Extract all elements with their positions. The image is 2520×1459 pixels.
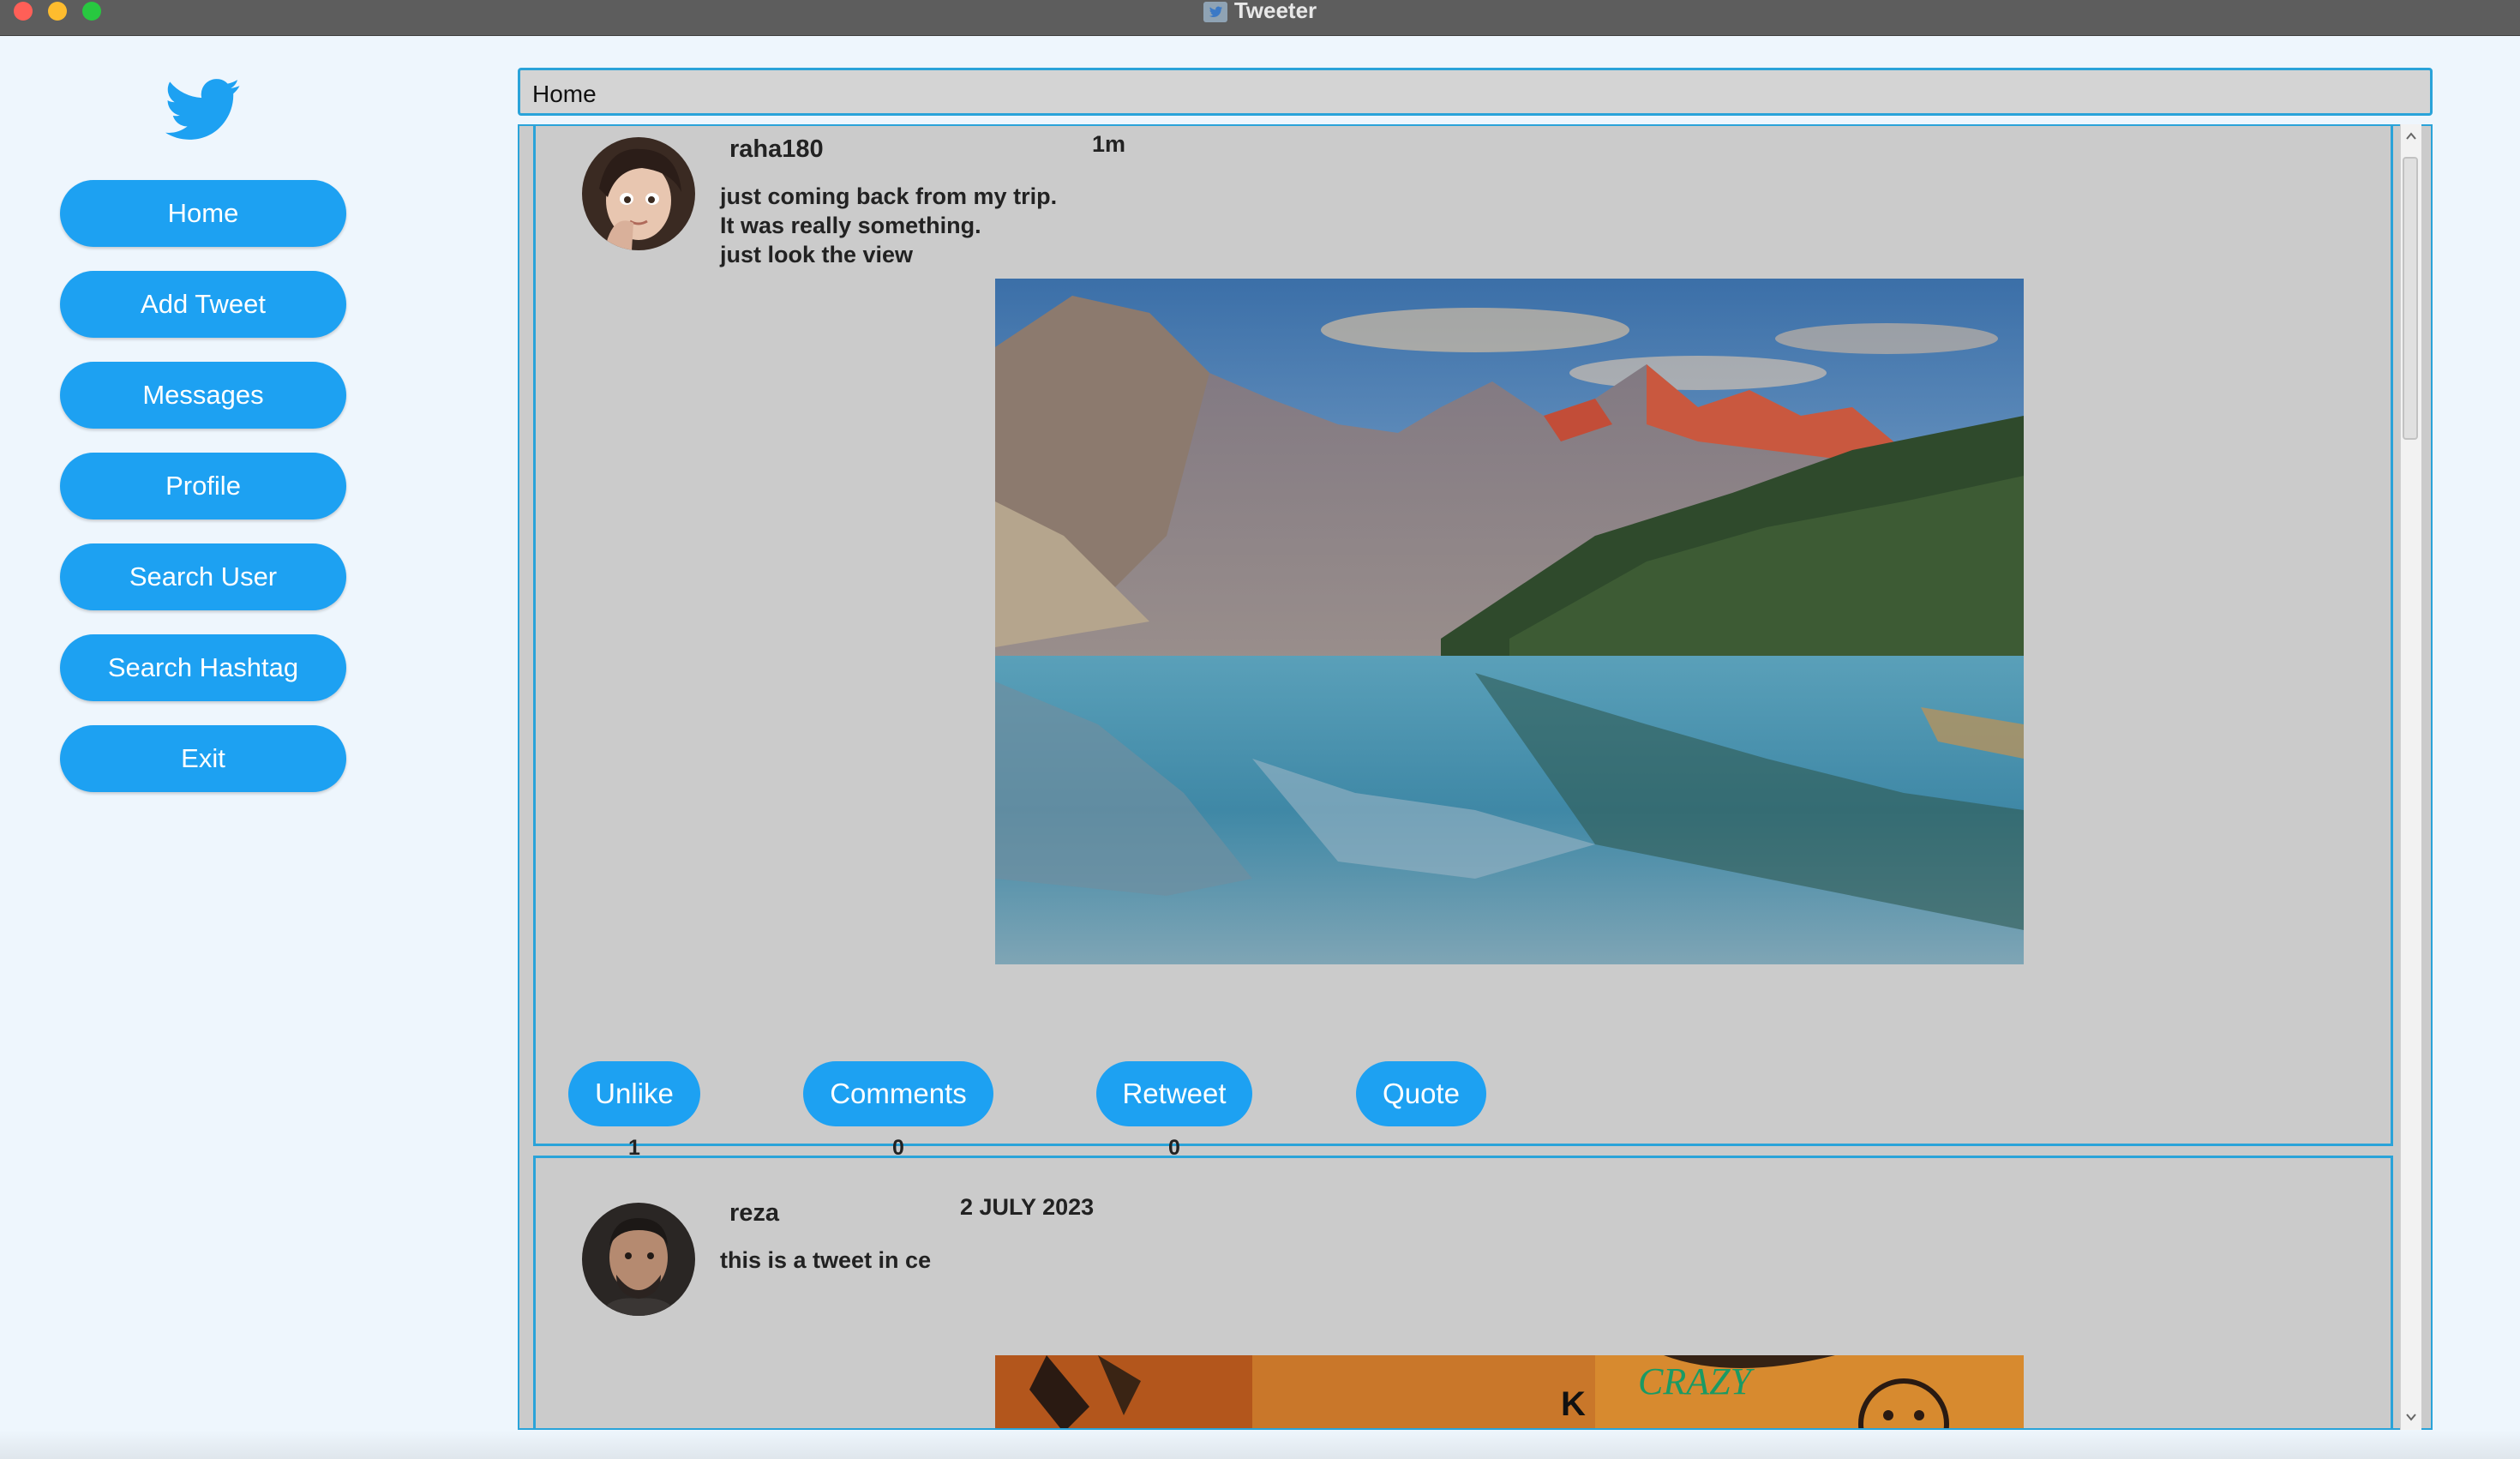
scroll-up-arrow-icon[interactable] xyxy=(2404,129,2418,143)
tweet-text: just coming back from my trip. It was re… xyxy=(720,182,1057,269)
sidebar-item-search-user[interactable]: Search User xyxy=(60,543,346,610)
comments-button[interactable]: Comments xyxy=(803,1061,993,1126)
tweet-username[interactable]: reza xyxy=(729,1199,779,1228)
tweet-feed[interactable]: raha180 1m just coming back from my trip… xyxy=(518,124,2433,1430)
retweet-button[interactable]: Retweet xyxy=(1096,1061,1252,1126)
graffiti-word: CRAZY xyxy=(1638,1360,1755,1402)
tweet-text-line: just coming back from my trip. xyxy=(720,183,1058,209)
window-title-wrap: Tweeter xyxy=(0,0,2520,23)
tweet-image[interactable]: K CRAZY xyxy=(995,1355,2024,1428)
quote-button[interactable]: Quote xyxy=(1356,1061,1486,1126)
tweet-text: this is a tweet in ce xyxy=(720,1246,931,1275)
tweet-time: 2 JULY 2023 xyxy=(960,1194,1095,1220)
feed-scrollbar[interactable] xyxy=(2400,124,2421,1430)
tweet-card: reza 2 JULY 2023 this is a tweet in ce K… xyxy=(533,1156,2393,1428)
tweet-text-line: just look the view xyxy=(720,242,914,267)
avatar[interactable] xyxy=(582,137,695,250)
unlike-button[interactable]: Unlike xyxy=(568,1061,700,1126)
mountain-lake-photo xyxy=(995,279,2024,964)
sidebar-item-messages[interactable]: Messages xyxy=(60,362,346,429)
sidebar-item-home[interactable]: Home xyxy=(60,180,346,247)
avatar-image xyxy=(582,137,695,250)
page-header: Home xyxy=(518,68,2433,116)
graffiti-letter: K xyxy=(1561,1385,1586,1423)
tweet-username[interactable]: raha180 xyxy=(729,135,824,164)
tweet-card: raha180 1m just coming back from my trip… xyxy=(533,126,2393,1160)
window-title: Tweeter xyxy=(1233,0,1317,23)
tweet-text-line: this is a tweet in ce xyxy=(720,1247,932,1273)
sidebar-item-profile[interactable]: Profile xyxy=(60,453,346,519)
scrollbar-thumb[interactable] xyxy=(2403,157,2418,440)
sidebar-item-add-tweet[interactable]: Add Tweet xyxy=(60,271,346,338)
scroll-down-arrow-icon[interactable] xyxy=(2404,1410,2418,1424)
tweet-image[interactable] xyxy=(995,279,2024,964)
sidebar-item-exit[interactable]: Exit xyxy=(60,725,346,792)
page-title: Home xyxy=(532,81,597,107)
twitter-bird-icon xyxy=(165,79,240,140)
avatar[interactable] xyxy=(582,1203,695,1316)
sidebar-item-search-hashtag[interactable]: Search Hashtag xyxy=(60,634,346,701)
window-bottom-edge xyxy=(0,1430,2520,1459)
app-icon xyxy=(1203,2,1227,23)
tweet-text-line: It was really something. xyxy=(720,213,981,238)
avatar-image xyxy=(582,1203,695,1316)
graffiti-photo: K CRAZY xyxy=(995,1355,2024,1428)
window-titlebar: Tweeter xyxy=(0,0,2520,36)
tweet-time: 1m xyxy=(1092,131,1126,157)
